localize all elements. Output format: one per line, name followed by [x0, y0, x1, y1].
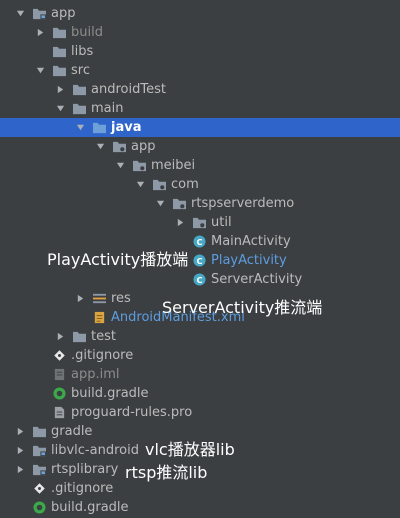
folder-icon: [31, 425, 47, 439]
source-folder-icon: [91, 121, 107, 135]
tree-item-label: util: [211, 215, 232, 230]
package-icon: [171, 197, 187, 211]
svg-text:C: C: [196, 275, 202, 285]
tree-item-build[interactable]: build: [0, 23, 400, 42]
chevron-right-icon[interactable]: [54, 84, 66, 96]
tree-item-label: rtspserverdemo: [191, 196, 295, 211]
manifest-icon: [91, 311, 107, 325]
chevron-down-icon[interactable]: [74, 122, 86, 134]
tree-item-label: src: [71, 63, 90, 78]
tree-item-label: MainActivity: [211, 234, 291, 249]
tree-item-util[interactable]: util: [0, 213, 400, 232]
tree-item-main[interactable]: main: [0, 99, 400, 118]
file-icon: [51, 406, 67, 420]
folder-icon: [71, 102, 87, 116]
chevron-down-icon[interactable]: [94, 141, 106, 153]
module-folder-icon: [31, 444, 47, 458]
tree-item-app-iml[interactable]: app.iml: [0, 365, 400, 384]
chevron-right-icon[interactable]: [14, 464, 26, 476]
chevron-down-icon[interactable]: [114, 160, 126, 172]
tree-item-meibei[interactable]: meibei: [0, 156, 400, 175]
tree-item-androidtest[interactable]: androidTest: [0, 80, 400, 99]
folder-icon: [51, 45, 67, 59]
tree-item-gradle[interactable]: gradle: [0, 422, 400, 441]
svg-text:C: C: [196, 237, 202, 247]
tree-item-label: build: [71, 25, 103, 40]
tree-item-label: libvlc-android: [51, 443, 139, 458]
tree-item-label: com: [171, 177, 199, 192]
folder-icon: [71, 330, 87, 344]
tree-item-proguard-rules-pro[interactable]: proguard-rules.pro: [0, 403, 400, 422]
class-icon: C: [191, 235, 207, 249]
iml-icon: [51, 368, 67, 382]
module-folder-icon: [31, 463, 47, 477]
tree-item-label: res: [111, 291, 131, 306]
tree-item-label: gradle: [51, 424, 93, 439]
tree-item-label: test: [91, 329, 116, 344]
tree-item-label: main: [91, 101, 124, 116]
chevron-right-icon[interactable]: [74, 293, 86, 305]
tree-item-label: app.iml: [71, 367, 120, 382]
tree-item-src[interactable]: src: [0, 61, 400, 80]
tree-item-test[interactable]: test: [0, 327, 400, 346]
tree-item-app[interactable]: app: [0, 4, 400, 23]
tree-item-label: app: [131, 139, 156, 154]
package-icon: [151, 178, 167, 192]
folder-icon: [51, 26, 67, 40]
tree-item-label: build.gradle: [71, 386, 149, 401]
tree-item-label: meibei: [151, 158, 196, 173]
chevron-right-icon[interactable]: [174, 217, 186, 229]
package-icon: [191, 216, 207, 230]
gradle-icon: [31, 501, 47, 515]
annotation-rtsp-lib: rtsp推流lib: [125, 463, 208, 482]
tree-item-gitignore[interactable]: .gitignore: [0, 346, 400, 365]
tree-item-label: .gitignore: [71, 348, 134, 363]
tree-item-libs[interactable]: libs: [0, 42, 400, 61]
package-icon: [111, 140, 127, 154]
package-icon: [131, 159, 147, 173]
chevron-down-icon[interactable]: [134, 179, 146, 191]
tree-item-label: androidTest: [91, 82, 166, 97]
chevron-down-icon[interactable]: [34, 65, 46, 77]
chevron-right-icon[interactable]: [14, 426, 26, 438]
chevron-down-icon[interactable]: [14, 8, 26, 20]
class-icon: C: [191, 273, 207, 287]
tree-item-label: .gitignore: [51, 481, 114, 496]
tree-item-label: PlayActivity: [211, 253, 287, 268]
tree-item-label: java: [111, 120, 142, 135]
tree-item-rtspserverdemo[interactable]: rtspserverdemo: [0, 194, 400, 213]
annotation-vlc-lib: vlc播放器lib: [145, 440, 235, 459]
module-folder-icon: [31, 7, 47, 21]
resource-folder-icon: [91, 292, 107, 306]
tree-item-com[interactable]: com: [0, 175, 400, 194]
tree-item-serveractivity[interactable]: C ServerActivity: [0, 270, 400, 289]
tree-item-app[interactable]: app: [0, 137, 400, 156]
class-icon: C: [191, 254, 207, 268]
tree-item-label: app: [51, 6, 76, 21]
git-icon: [31, 482, 47, 496]
chevron-down-icon[interactable]: [54, 103, 66, 115]
git-icon: [51, 349, 67, 363]
tree-item-build-gradle[interactable]: build.gradle: [0, 498, 400, 517]
annotation-server-activity: ServerActivity推流端: [162, 298, 323, 317]
tree-item-label: rtsplibrary: [51, 462, 119, 477]
tree-item-label: build.gradle: [51, 500, 129, 515]
annotation-play-activity: PlayActivity播放端: [47, 250, 189, 269]
tree-item-build-gradle[interactable]: build.gradle: [0, 384, 400, 403]
tree-item-mainactivity[interactable]: C MainActivity: [0, 232, 400, 251]
tree-item-java[interactable]: java: [0, 118, 400, 137]
chevron-down-icon[interactable]: [154, 198, 166, 210]
chevron-right-icon[interactable]: [54, 331, 66, 343]
gradle-icon: [51, 387, 67, 401]
tree-item-label: libs: [71, 44, 94, 59]
tree-item-label: ServerActivity: [211, 272, 303, 287]
chevron-right-icon[interactable]: [34, 27, 46, 39]
folder-icon: [51, 64, 67, 78]
folder-icon: [71, 83, 87, 97]
svg-text:C: C: [196, 256, 202, 266]
chevron-right-icon[interactable]: [14, 445, 26, 457]
tree-item-label: proguard-rules.pro: [71, 405, 193, 420]
